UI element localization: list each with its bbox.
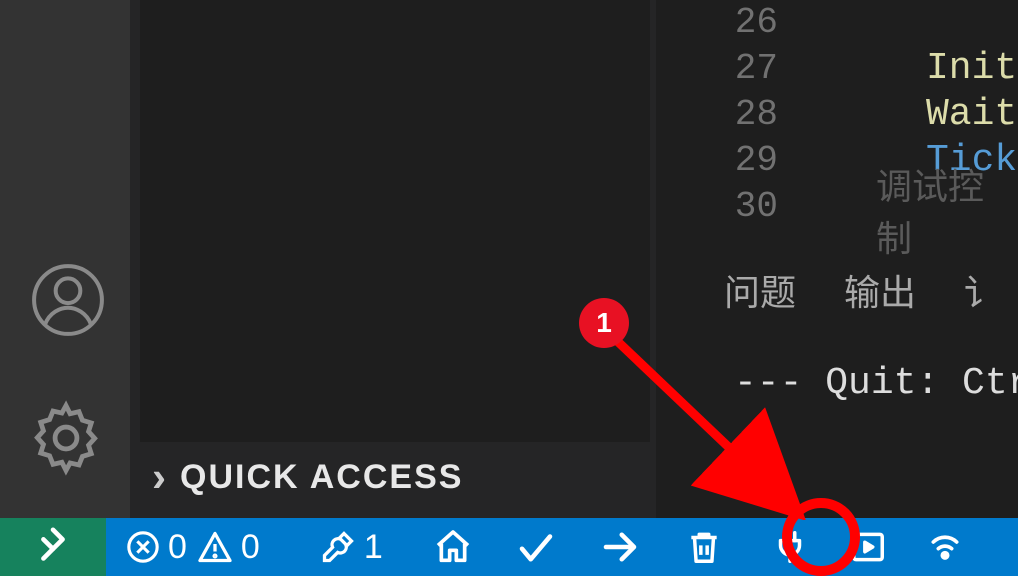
panel-tabs: 问题 输出 讠	[724, 264, 1000, 316]
quick-access-section[interactable]: › QUICK ACCESS	[152, 456, 463, 498]
status-warnings[interactable]: 0	[197, 528, 260, 567]
home-icon	[433, 527, 473, 567]
broadcast-icon	[925, 527, 965, 567]
tools-count: 1	[364, 528, 383, 567]
status-broadcast[interactable]	[925, 527, 965, 567]
status-check[interactable]	[515, 526, 557, 568]
status-arrow[interactable]	[599, 526, 641, 568]
preview-icon	[849, 528, 887, 566]
quick-access-label: QUICK ACCESS	[180, 458, 463, 497]
line-number: 29	[656, 138, 816, 184]
settings-gear-icon[interactable]	[24, 396, 108, 480]
error-count: 0	[168, 528, 187, 567]
tab-problems[interactable]: 问题	[724, 264, 796, 316]
activity-bar	[0, 0, 130, 518]
status-bar: 0 0 1	[0, 518, 1018, 576]
warning-icon	[197, 529, 233, 565]
error-icon	[126, 530, 160, 564]
check-icon	[515, 526, 557, 568]
code-line: WaitF	[926, 92, 1018, 138]
status-tools[interactable]: 1	[320, 528, 383, 567]
line-gutter: 26 27 28 29 30	[656, 0, 816, 230]
arrow-right-icon	[599, 526, 641, 568]
trash-icon	[685, 528, 723, 566]
side-panel: › QUICK ACCESS	[130, 0, 656, 518]
editor-area: 26 27 28 29 30 InitS WaitF Ticke 调试控制 问题…	[656, 0, 1018, 518]
status-plug[interactable]	[771, 528, 809, 566]
code-line: InitS	[926, 46, 1018, 92]
tools-icon	[320, 529, 356, 565]
side-panel-content	[140, 0, 650, 442]
status-trash[interactable]	[685, 528, 723, 566]
line-number: 26	[656, 0, 816, 46]
tab-output[interactable]: 输出	[844, 264, 916, 316]
status-home[interactable]	[433, 527, 473, 567]
chevron-right-icon: ›	[152, 456, 166, 498]
tab-more[interactable]: 讠	[964, 264, 1000, 316]
ghost-text: 调试控制	[876, 158, 1018, 262]
warning-count: 0	[241, 528, 260, 567]
terminal-output-line: --- Quit: Ctr	[734, 362, 1018, 405]
plug-icon	[771, 528, 809, 566]
line-number: 28	[656, 92, 816, 138]
line-number: 30	[656, 184, 816, 230]
remote-button[interactable]	[0, 518, 106, 576]
app-root: › QUICK ACCESS 26 27 28 29 30 InitS Wait…	[0, 0, 1018, 576]
account-icon[interactable]	[28, 260, 108, 340]
code-line	[926, 0, 1018, 46]
line-number: 27	[656, 46, 816, 92]
status-preview[interactable]	[849, 528, 887, 566]
status-errors[interactable]: 0	[126, 528, 187, 567]
